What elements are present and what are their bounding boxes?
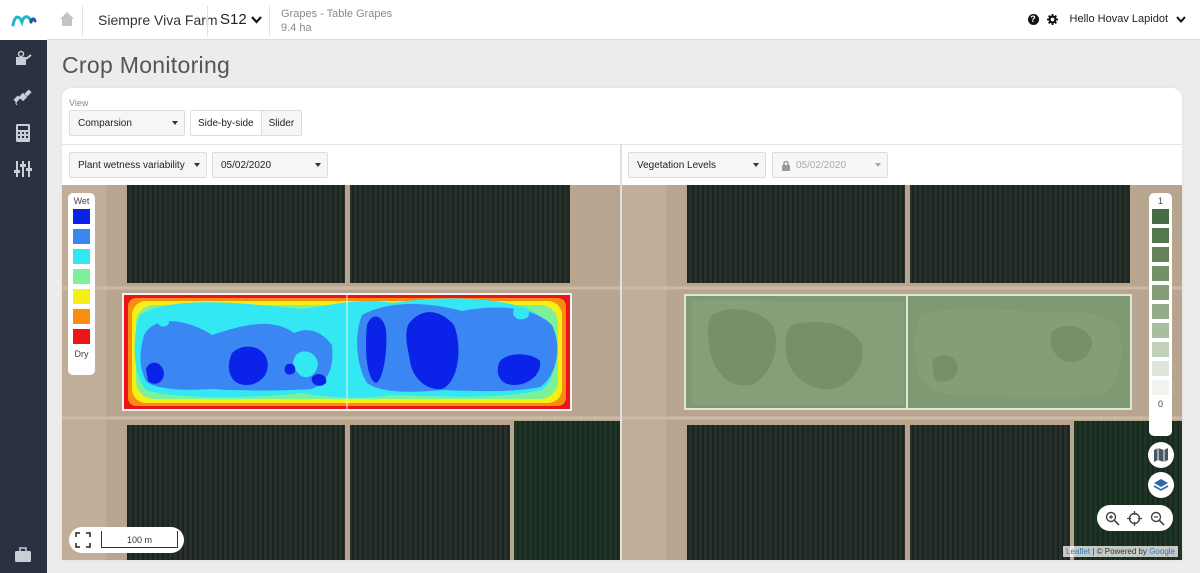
crosshair-icon [1127,510,1143,526]
sliders-icon[interactable] [12,158,34,180]
fullscreen-icon[interactable] [74,531,92,549]
calculator-icon[interactable] [12,122,34,144]
right-layer-value: Vegetation Levels [637,159,716,171]
legend-swatch [73,249,90,264]
legend-swatch [73,289,90,304]
app-logo[interactable] [0,0,47,40]
slider-button[interactable]: Slider [262,111,302,135]
crop-monitoring-card: View Comparsion Side-by-side Slider Plan… [62,88,1182,560]
legend-swatch [73,229,90,244]
legend-swatch [1152,323,1169,338]
crop-info: Grapes - Table Grapes 9.4 ha [281,7,392,35]
vegetation-legend: 1 0 [1149,193,1172,436]
chevron-down-icon[interactable] [1176,15,1186,23]
home-icon[interactable] [59,11,75,27]
vegetation-map[interactable]: 1 0 Leaflet | © Powered by Google [622,185,1182,560]
legend-swatch [1152,361,1169,376]
caret-down-icon [172,121,178,125]
map-attribution: Leaflet | © Powered by Google [1063,546,1178,557]
satellite-icon[interactable] [12,86,34,108]
field-selector[interactable]: S12 [220,11,262,28]
left-layer-select[interactable]: Plant wetness variability [69,152,207,178]
legend-swatch [73,329,90,344]
legend-top-label: Wet [73,196,90,206]
view-mode-value: Comparsion [78,117,132,129]
user-greeting[interactable]: Hello Hovav Lapidot [1070,13,1168,25]
chevron-down-icon [250,15,262,24]
legend-swatch [1152,247,1169,262]
left-date-value: 05/02/2020 [221,159,272,171]
zoom-in-icon [1105,511,1120,526]
scale-bar: 100 m [101,531,178,548]
legend-swatch [1152,304,1169,319]
side-by-side-button[interactable]: Side-by-side [191,111,262,135]
right-layer-select[interactable]: Vegetation Levels [628,152,766,178]
divider [269,6,270,36]
field-name: S12 [220,11,247,28]
attribution-text: | © Powered by [1092,547,1150,556]
legend-swatch [1152,380,1169,395]
leaflet-link[interactable]: Leaflet [1066,547,1090,556]
wetness-map[interactable]: Wet Dry 100 m [62,185,620,560]
crop-name: Grapes - Table Grapes [281,8,393,20]
map-footer-controls: 100 m [69,527,184,553]
view-mode-select[interactable]: Comparsion [69,110,185,136]
gear-icon[interactable] [1046,13,1058,25]
legend-top-label: 1 [1157,196,1163,206]
zoom-out-button[interactable] [1149,509,1167,527]
legend-swatch [1152,228,1169,243]
logo-icon [11,15,36,27]
caret-down-icon [315,163,321,167]
caret-down-icon [194,163,200,167]
briefcase-icon[interactable] [12,544,34,566]
field-area: 9.4 ha [281,22,312,34]
irrigation-icon[interactable] [12,48,34,70]
help-icon[interactable]: ? [1027,13,1039,25]
top-bar: Siempre Viva Farm S12 Grapes - Table Gra… [47,0,1200,40]
left-date-select[interactable]: 05/02/2020 [212,152,328,178]
user-area: ? Hello Hovav Lapidot [1027,13,1186,25]
layers-icon [1153,479,1169,491]
zoom-controls [1097,505,1173,531]
locate-button[interactable] [1126,509,1144,527]
map-icon [1154,448,1168,462]
legend-bottom-label: Dry [74,349,89,359]
map-type-button[interactable] [1148,442,1174,468]
satellite-imagery [62,185,620,560]
divider [82,6,83,36]
caret-down-icon [875,163,881,167]
google-link[interactable]: Google [1149,547,1175,556]
wetness-legend: Wet Dry [68,193,95,375]
page-title: Crop Monitoring [62,52,231,78]
divider [207,6,208,36]
zoom-in-button[interactable] [1103,509,1121,527]
right-date-value: 05/02/2020 [796,159,847,171]
legend-swatch [1152,285,1169,300]
divider [62,144,1182,145]
view-toggle: Side-by-side Slider [190,110,303,136]
caret-down-icon [753,163,759,167]
left-layer-value: Plant wetness variability [78,159,185,171]
view-label: View [69,98,89,108]
farm-name[interactable]: Siempre Viva Farm [98,12,218,28]
legend-bottom-label: 0 [1157,399,1163,409]
legend-swatch [73,269,90,284]
legend-swatch [73,209,90,224]
zoom-out-icon [1150,511,1165,526]
legend-swatch [73,309,90,324]
legend-swatch [1152,342,1169,357]
legend-swatch [1152,266,1169,281]
legend-swatch [1152,209,1169,224]
lock-icon [782,160,790,171]
sidebar [0,0,47,573]
right-date-select: 05/02/2020 [772,152,888,178]
layers-button[interactable] [1148,472,1174,498]
satellite-imagery [622,185,1182,560]
